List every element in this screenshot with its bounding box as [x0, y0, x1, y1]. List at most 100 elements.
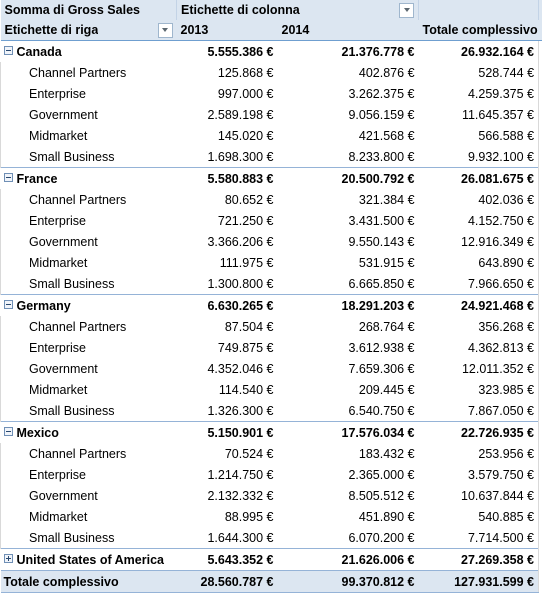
- segment-value-2014: 531.915 €: [278, 252, 419, 273]
- row-right-edge: [539, 464, 542, 485]
- row-right-edge: [539, 485, 542, 506]
- segment-value-2013: 1.644.300 €: [177, 527, 278, 549]
- segment-value-2014: 8.233.800 €: [278, 146, 419, 168]
- grand-total-total: 127.931.599 €: [419, 571, 539, 593]
- segment-label-cell: Channel Partners: [1, 316, 177, 337]
- segment-value-2014: 3.431.500 €: [278, 210, 419, 231]
- column-labels-filter-button[interactable]: [399, 3, 414, 18]
- segment-label-cell: Channel Partners: [1, 62, 177, 83]
- segment-value-2013: 125.868 €: [177, 62, 278, 83]
- table-row: Midmarket88.995 €451.890 €540.885 €: [1, 506, 542, 527]
- segment-value-2014: 6.540.750 €: [278, 400, 419, 422]
- minus-box-icon[interactable]: [4, 427, 13, 436]
- grand-total-row: Totale complessivo28.560.787 €99.370.812…: [1, 571, 542, 593]
- row-right-edge: [539, 400, 542, 422]
- segment-value-total: 3.579.750 €: [419, 464, 539, 485]
- row-right-edge: [539, 506, 542, 527]
- segment-value-total: 540.885 €: [419, 506, 539, 527]
- segment-value-total: 7.867.050 €: [419, 400, 539, 422]
- country-value-2013: 5.555.386 €: [177, 41, 278, 63]
- segment-value-total: 10.637.844 €: [419, 485, 539, 506]
- segment-value-total: 356.268 €: [419, 316, 539, 337]
- segment-label-cell: Small Business: [1, 146, 177, 168]
- table-row: Germany6.630.265 €18.291.203 €24.921.468…: [1, 295, 542, 317]
- segment-value-total: 12.011.352 €: [419, 358, 539, 379]
- row-right-edge: [539, 83, 542, 104]
- grand-total-2013: 28.560.787 €: [177, 571, 278, 593]
- country-value-2014: 21.376.778 €: [278, 41, 419, 63]
- segment-value-total: 12.916.349 €: [419, 231, 539, 252]
- segment-value-total: 7.966.650 €: [419, 273, 539, 295]
- segment-value-total: 528.744 €: [419, 62, 539, 83]
- segment-value-2013: 2.132.332 €: [177, 485, 278, 506]
- row-right-edge: [539, 549, 542, 571]
- table-row: Government3.366.206 €9.550.143 €12.916.3…: [1, 231, 542, 252]
- table-row: Government2.132.332 €8.505.512 €10.637.8…: [1, 485, 542, 506]
- segment-value-total: 566.588 €: [419, 125, 539, 146]
- segment-value-total: 9.932.100 €: [419, 146, 539, 168]
- segment-value-2014: 3.612.938 €: [278, 337, 419, 358]
- segment-value-2014: 6.070.200 €: [278, 527, 419, 549]
- column-header-2014[interactable]: 2014: [278, 20, 419, 41]
- pivot-table-header: Somma di Gross Sales Etichette di colonn…: [1, 0, 542, 41]
- minus-box-icon[interactable]: [4, 300, 13, 309]
- header-top-edge: [539, 0, 542, 20]
- country-value-2013: 5.580.883 €: [177, 168, 278, 190]
- country-value-2014: 21.626.006 €: [278, 549, 419, 571]
- row-labels-filter-button[interactable]: [158, 23, 173, 38]
- header-row-top: Somma di Gross Sales Etichette di colonn…: [1, 0, 542, 20]
- segment-value-2013: 111.975 €: [177, 252, 278, 273]
- table-row: Enterprise721.250 €3.431.500 €4.152.750 …: [1, 210, 542, 231]
- segment-value-2013: 997.000 €: [177, 83, 278, 104]
- pivot-table: Somma di Gross Sales Etichette di colonn…: [0, 0, 542, 593]
- country-value-2013: 6.630.265 €: [177, 295, 278, 317]
- segment-value-2013: 1.698.300 €: [177, 146, 278, 168]
- row-right-edge: [539, 316, 542, 337]
- segment-value-total: 4.259.375 €: [419, 83, 539, 104]
- table-row: United States of America5.643.352 €21.62…: [1, 549, 542, 571]
- segment-value-total: 7.714.500 €: [419, 527, 539, 549]
- table-row: Small Business1.326.300 €6.540.750 €7.86…: [1, 400, 542, 422]
- row-right-edge: [539, 295, 542, 317]
- segment-value-2014: 451.890 €: [278, 506, 419, 527]
- segment-label-cell: Enterprise: [1, 83, 177, 104]
- row-right-edge: [539, 125, 542, 146]
- segment-value-2014: 2.365.000 €: [278, 464, 419, 485]
- segment-label-cell: Midmarket: [1, 125, 177, 146]
- segment-value-total: 4.152.750 €: [419, 210, 539, 231]
- table-row: Small Business1.698.300 €8.233.800 €9.93…: [1, 146, 542, 168]
- segment-value-2014: 6.665.850 €: [278, 273, 419, 295]
- country-name: United States of America: [17, 553, 165, 567]
- segment-label-cell: Small Business: [1, 400, 177, 422]
- table-row: Government4.352.046 €7.659.306 €12.011.3…: [1, 358, 542, 379]
- country-value-2013: 5.150.901 €: [177, 422, 278, 444]
- row-right-edge: [539, 337, 542, 358]
- segment-label-cell: Small Business: [1, 273, 177, 295]
- table-row: Enterprise1.214.750 €2.365.000 €3.579.75…: [1, 464, 542, 485]
- plus-box-icon[interactable]: [4, 554, 13, 563]
- segment-value-total: 253.956 €: [419, 443, 539, 464]
- segment-value-2014: 8.505.512 €: [278, 485, 419, 506]
- table-row: Channel Partners125.868 €402.876 €528.74…: [1, 62, 542, 83]
- segment-value-2013: 1.214.750 €: [177, 464, 278, 485]
- column-header-grand-total[interactable]: Totale complessivo: [419, 20, 539, 41]
- column-header-2013[interactable]: 2013: [177, 20, 278, 41]
- row-right-edge: [539, 571, 542, 593]
- segment-value-2013: 114.540 €: [177, 379, 278, 400]
- table-row: Small Business1.300.800 €6.665.850 €7.96…: [1, 273, 542, 295]
- table-row: Enterprise997.000 €3.262.375 €4.259.375 …: [1, 83, 542, 104]
- table-row: Channel Partners87.504 €268.764 €356.268…: [1, 316, 542, 337]
- row-right-edge: [539, 273, 542, 295]
- table-row: Midmarket114.540 €209.445 €323.985 €: [1, 379, 542, 400]
- minus-box-icon[interactable]: [4, 46, 13, 55]
- row-right-edge: [539, 422, 542, 444]
- country-value-2014: 18.291.203 €: [278, 295, 419, 317]
- value-field-header: Somma di Gross Sales: [1, 0, 177, 20]
- segment-label-cell: Enterprise: [1, 337, 177, 358]
- minus-box-icon[interactable]: [4, 173, 13, 182]
- segment-value-total: 4.362.813 €: [419, 337, 539, 358]
- table-row: Midmarket111.975 €531.915 €643.890 €: [1, 252, 542, 273]
- segment-label-cell: Midmarket: [1, 379, 177, 400]
- segment-value-total: 643.890 €: [419, 252, 539, 273]
- country-label-cell: France: [1, 168, 177, 190]
